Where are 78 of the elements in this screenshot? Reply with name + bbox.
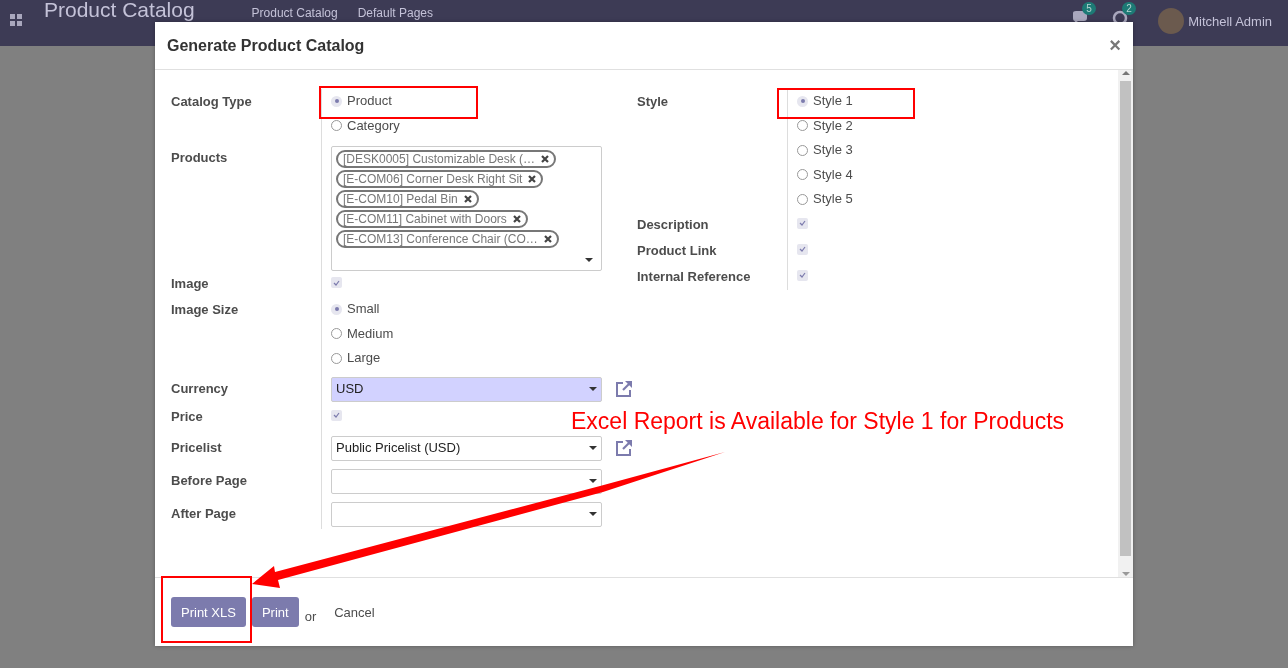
checkbox[interactable]: [797, 243, 808, 255]
tag-label: [E-COM10] Pedal Bin: [343, 192, 458, 206]
dropdown-caret-icon[interactable]: [589, 446, 597, 450]
count-badge: 5: [1082, 2, 1096, 15]
scrollbar[interactable]: [1118, 70, 1133, 577]
dropdown-caret-icon[interactable]: [589, 387, 597, 391]
remove-icon[interactable]: [528, 175, 537, 183]
menu-item[interactable]: Default Pages: [357, 7, 434, 20]
clock-icon[interactable]: [1112, 10, 1129, 25]
scroll-up-icon[interactable]: [1121, 70, 1130, 76]
field-label: After Page: [171, 504, 238, 523]
annotation-text: Excel Report is Available for Style 1 for Products: [571, 408, 1065, 435]
field-label: Image: [171, 275, 210, 293]
external-link-icon[interactable]: [614, 438, 634, 458]
dropdown-caret-icon[interactable]: [589, 512, 597, 516]
close-button[interactable]: ×: [1109, 34, 1121, 57]
tags-field[interactable]: [DESK0005] Customizable Desk (… [E-COM06] Corner Desk Right Sit [E-COM10] Pedal Bin [E-COM11] Cabinet with Doors [E-COM13] Conference Chair (CO…: [331, 146, 602, 271]
radio-button[interactable]: [331, 352, 342, 364]
radio-button[interactable]: [797, 95, 808, 107]
cancel-link[interactable]: Cancel: [334, 604, 375, 620]
radio-button[interactable]: [797, 193, 808, 205]
print-button[interactable]: Print XLS: [171, 597, 246, 627]
remove-icon[interactable]: [463, 195, 472, 203]
select-value: USD: [336, 380, 364, 398]
radio-label[interactable]: Style 2: [813, 113, 853, 138]
radio-label[interactable]: Small: [347, 297, 380, 322]
field-label: Products: [171, 149, 229, 167]
radio-button[interactable]: [331, 303, 342, 315]
app-title: Product Catalog: [44, 0, 195, 20]
or-text: or: [304, 608, 317, 624]
scroll-down-icon[interactable]: [1121, 571, 1130, 577]
field-label: Before Page: [171, 471, 248, 490]
tag-label: [E-COM06] Corner Desk Right Sit: [343, 172, 523, 186]
radio-label[interactable]: Style 5: [813, 187, 853, 212]
radio-button[interactable]: [331, 328, 342, 340]
field-label: Price: [171, 407, 204, 426]
remove-icon[interactable]: [512, 215, 521, 223]
radio-label[interactable]: Style 4: [813, 162, 853, 187]
menu-item[interactable]: Product Catalog: [251, 7, 338, 20]
count-badge: 2: [1122, 2, 1136, 15]
apps-menu-icon[interactable]: [10, 14, 22, 26]
tag-label: [E-COM13] Conference Chair (CO…: [343, 232, 538, 246]
radio-label[interactable]: Style 3: [813, 138, 853, 163]
radio-label[interactable]: Medium: [347, 321, 394, 346]
select-field[interactable]: USD: [331, 376, 602, 402]
radio-button[interactable]: [797, 120, 808, 132]
remove-icon[interactable]: [541, 155, 550, 163]
field-label: Pricelist: [171, 438, 223, 457]
radio-button[interactable]: [331, 120, 342, 132]
radio-label[interactable]: Large: [347, 346, 381, 371]
select-field[interactable]: Public Pricelist (USD): [331, 435, 602, 461]
field-label: Style: [637, 93, 670, 111]
select-value: Public Pricelist (USD): [336, 439, 461, 457]
radio-button[interactable]: [331, 95, 342, 107]
field-label: Currency: [171, 379, 230, 398]
select-field[interactable]: [331, 468, 602, 494]
field-label: Description: [637, 215, 710, 234]
remove-icon[interactable]: [543, 235, 552, 243]
external-link-icon[interactable]: [614, 379, 634, 399]
print-button[interactable]: Print: [251, 597, 299, 627]
field-label: Image Size: [171, 301, 240, 319]
radio-label[interactable]: Product: [347, 89, 392, 114]
user-name[interactable]: Mitchell Admin: [1188, 14, 1272, 29]
dialog-title: Generate Product Catalog: [167, 36, 366, 55]
checkbox[interactable]: [797, 217, 808, 229]
tag-label: [DESK0005] Customizable Desk (…: [343, 152, 536, 166]
field-label: Internal Reference: [637, 267, 752, 286]
checkbox[interactable]: [331, 277, 342, 289]
checkbox[interactable]: [331, 409, 342, 421]
radio-button[interactable]: [797, 169, 808, 181]
tag-label: [E-COM11] Cabinet with Doors: [343, 212, 507, 226]
dropdown-caret-icon[interactable]: [585, 258, 593, 262]
field-label: Product Link: [637, 241, 718, 260]
checkbox[interactable]: [797, 269, 808, 281]
radio-label[interactable]: Style 1: [813, 89, 853, 114]
radio-label[interactable]: Category: [347, 113, 400, 138]
field-label: Catalog Type: [171, 93, 253, 111]
radio-button[interactable]: [797, 144, 808, 156]
